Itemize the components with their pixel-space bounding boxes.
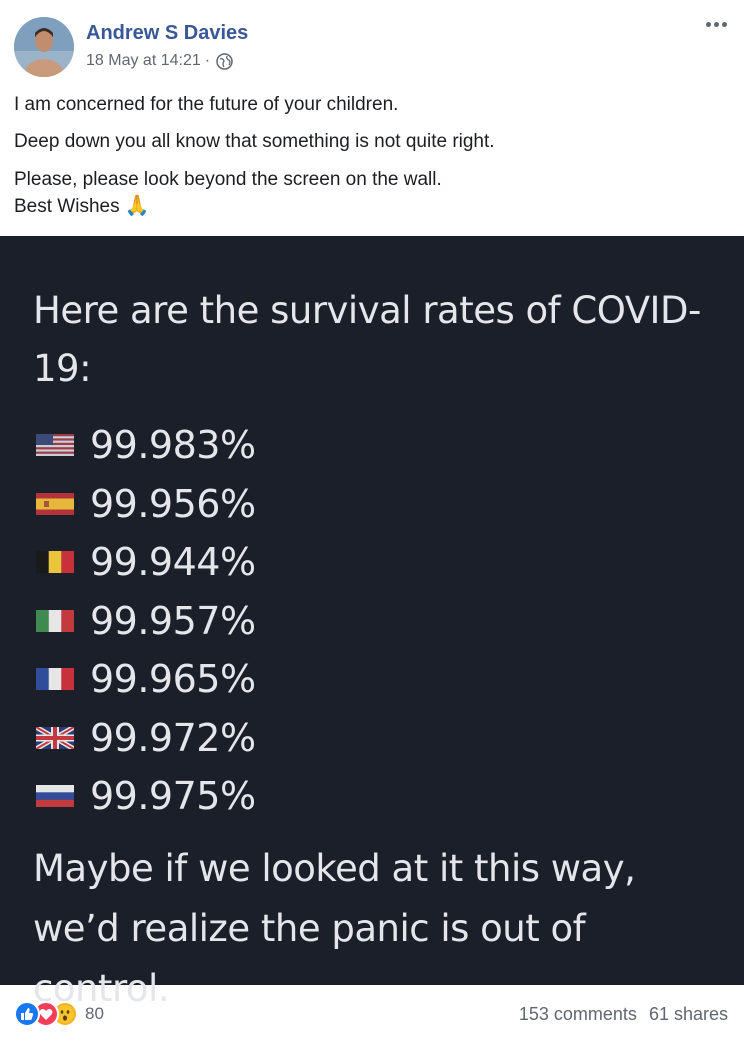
more-options-icon[interactable] [702,14,730,34]
post-text-line: I am concerned for the future of your ch… [14,94,399,115]
rate-value: 99.956% [90,481,256,526]
rate-value: 99.972% [90,715,256,760]
post-text-line: Deep down you all know that something is… [14,131,495,152]
post-meta: 18 May at 14:21 · [86,52,233,70]
reaction-count: 80 [85,1004,104,1023]
author-avatar[interactable] [14,17,74,77]
like-icon [14,1001,40,1027]
spain-flag-icon [36,492,74,515]
facebook-post: Andrew S Davies 18 May at 14:21 · I am c… [0,0,744,1044]
belgium-flag-icon [36,551,74,574]
rate-row: 99.965% [36,650,256,709]
reactions-summary[interactable]: 80 [14,1001,104,1027]
post-image[interactable]: Here are the survival rates of COVID-19:… [0,236,744,1010]
globe-icon[interactable] [216,52,233,70]
rate-row: 99.972% [36,709,256,768]
folded-hands-icon: 🙏 [124,195,150,217]
italy-flag-icon [36,609,74,632]
survival-rates-list: 99.983% 99.956% 99.944% 99.957% 99.965% … [36,416,256,826]
rate-value: 99.944% [90,540,256,585]
rate-value: 99.975% [90,774,256,819]
uk-flag-icon [36,726,74,749]
post-footer: 80 153 comments 61 shares [0,985,744,1044]
rate-row: 99.975% [36,767,256,826]
rate-row: 99.956% [36,475,256,534]
image-title: Here are the survival rates of COVID-19: [33,289,701,390]
post-text-line-last: Best Wishes 🙏 [14,193,150,220]
rate-row: 99.983% [36,416,256,475]
rate-value: 99.983% [90,423,256,468]
post-stats: 153 comments 61 shares [519,1004,728,1025]
post-text-line: Best Wishes [14,196,120,217]
shares-count-link[interactable]: 61 shares [649,1004,728,1025]
russia-flag-icon [36,785,74,808]
france-flag-icon [36,668,74,691]
comments-count-link[interactable]: 153 comments [519,1004,637,1025]
rate-row: 99.944% [36,533,256,592]
rate-row: 99.957% [36,592,256,651]
post-timestamp[interactable]: 18 May at 14:21 [86,52,201,70]
meta-separator: · [204,52,211,69]
rate-value: 99.957% [90,598,256,643]
post-header: Andrew S Davies 18 May at 14:21 · [0,0,744,90]
author-name[interactable]: Andrew S Davies [86,22,248,45]
rate-value: 99.965% [90,657,256,702]
usa-flag-icon [36,434,74,457]
post-text-line: Please, please look beyond the screen on… [14,169,442,190]
